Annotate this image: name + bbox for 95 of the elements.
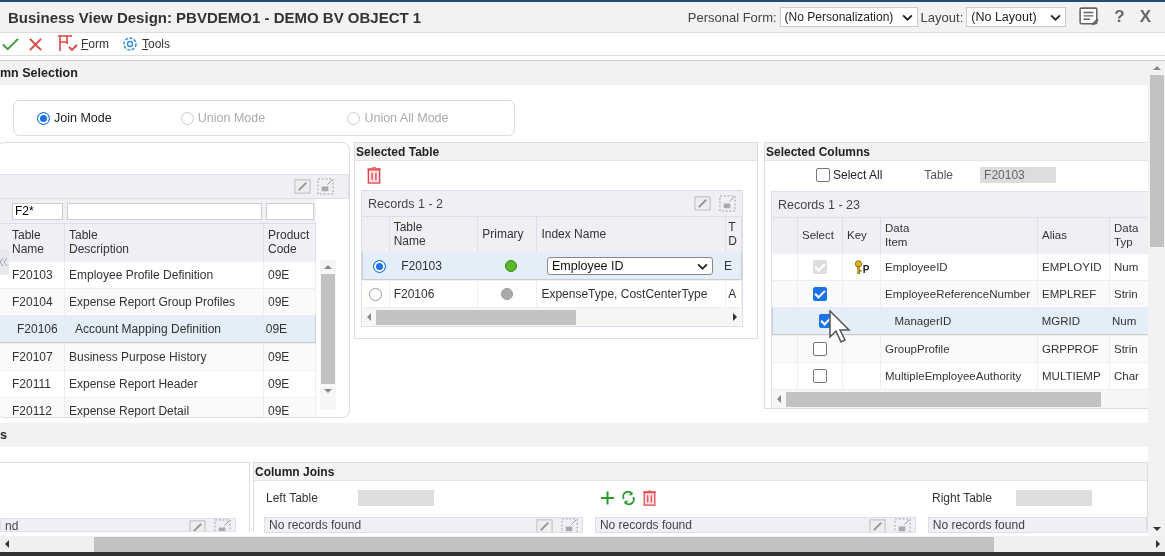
- select-checkbox[interactable]: [813, 369, 827, 383]
- scrollbar[interactable]: [362, 307, 742, 326]
- table-row[interactable]: F20103 Employee ID E: [362, 252, 742, 280]
- table-field: F20103: [980, 167, 1057, 183]
- section-title: mn Selection: [0, 66, 78, 80]
- panel-title: Selected Table: [356, 144, 440, 159]
- column-header: Table Description: [69, 228, 130, 257]
- key-icon: [853, 259, 863, 275]
- personal-form-dropdown[interactable]: (No Personalization): [779, 7, 918, 27]
- expand-icon[interactable]: [214, 519, 231, 531]
- empty-message: No records found: [269, 518, 362, 532]
- records-count: Records 1 - 23: [778, 197, 860, 212]
- table-row[interactable]: F20112 Expense Report Detail 09E: [0, 397, 316, 417]
- gear-icon: [121, 35, 139, 53]
- table-row[interactable]: F20106 ExpenseType, CostCenterType A: [362, 280, 742, 307]
- column-header: Data Typ: [1114, 222, 1139, 249]
- scrollbar[interactable]: [0, 536, 1165, 552]
- index-dropdown[interactable]: Employee ID: [547, 257, 713, 275]
- scrollbar[interactable]: [772, 389, 1148, 408]
- column-header: Index Name: [541, 227, 607, 242]
- table-row[interactable]: ManagerID MGRID Num: [772, 307, 1148, 335]
- add-icon[interactable]: [600, 490, 615, 506]
- collapse-icon[interactable]: [0, 249, 9, 275]
- form-check-icon: [56, 35, 78, 53]
- scrollbar[interactable]: [1148, 61, 1165, 536]
- expand-icon[interactable]: [719, 195, 736, 212]
- select-checkbox[interactable]: [813, 287, 827, 301]
- column-header: Product Code: [268, 228, 310, 257]
- arrow-left-icon[interactable]: [3, 540, 11, 548]
- panel-title: Selected Columns: [766, 144, 871, 159]
- panel-title: Column Joins: [255, 464, 335, 479]
- column-header: Primary: [482, 227, 524, 242]
- empty-message: nd: [5, 519, 19, 531]
- form-menu[interactable]: Form: [56, 35, 109, 53]
- left-table-label: Left Table: [266, 491, 318, 505]
- section-title: s: [0, 428, 7, 442]
- column-header: Data Item: [885, 222, 910, 249]
- column-header: Key: [847, 228, 867, 243]
- column-header: T D: [728, 220, 737, 249]
- tools-menu[interactable]: Tools: [121, 35, 171, 53]
- close-icon[interactable]: [27, 36, 44, 52]
- arrow-right-icon[interactable]: [1154, 540, 1162, 548]
- arrow-down-icon[interactable]: [1152, 525, 1161, 533]
- row-radio[interactable]: [373, 259, 387, 273]
- column-header: Alias: [1042, 228, 1067, 243]
- layout-label: Layout:: [920, 9, 964, 25]
- table-row[interactable]: F20104 Expense Report Group Profiles 09E: [0, 288, 316, 315]
- table-row[interactable]: F20107 Business Purpose History 09E: [0, 343, 316, 370]
- arrow-right-icon[interactable]: [731, 313, 739, 321]
- close-button[interactable]: X: [1139, 7, 1151, 27]
- table-row[interactable]: MultipleEmployeeAuthority MULTIEMP Char: [772, 362, 1148, 389]
- expand-icon[interactable]: [560, 518, 578, 532]
- chevron-down-icon: [901, 13, 913, 21]
- grid-edit-icon[interactable]: [294, 178, 311, 195]
- layout-dropdown[interactable]: (No Layout): [966, 7, 1067, 27]
- select-all-checkbox[interactable]: Select All: [816, 168, 883, 182]
- column-header: Table Name: [12, 228, 44, 257]
- grid-edit-icon[interactable]: [535, 518, 553, 532]
- grid-edit-icon[interactable]: [189, 519, 206, 531]
- column-header: Select: [802, 228, 834, 243]
- refresh-icon[interactable]: [621, 490, 636, 506]
- table-row[interactable]: EmployeeReferenceNumber EMPLREF Strin: [772, 280, 1148, 307]
- column-header: Table Name: [393, 220, 426, 249]
- table-row[interactable]: GroupProfile GRPPROF Strin: [772, 335, 1148, 362]
- right-table-label: Right Table: [932, 491, 992, 505]
- chevron-down-icon: [697, 262, 708, 270]
- scrollbar[interactable]: [320, 260, 336, 410]
- filter-field[interactable]: [266, 202, 314, 220]
- empty-message: No records found: [599, 518, 692, 532]
- personal-form-label: Personal Form:: [687, 9, 777, 25]
- cursor-icon: [829, 310, 851, 344]
- records-count: Records 1 - 2: [368, 196, 444, 211]
- table-row[interactable]: F20106 Account Mapping Definition 09E: [0, 315, 316, 343]
- row-radio[interactable]: [368, 287, 382, 301]
- table-label: Table: [924, 168, 954, 182]
- arrow-up-icon[interactable]: [1152, 64, 1161, 72]
- list-edit-icon[interactable]: [1079, 7, 1100, 27]
- grid-edit-icon[interactable]: [694, 195, 711, 212]
- expand-icon[interactable]: [893, 518, 911, 532]
- trash-icon[interactable]: [367, 167, 381, 184]
- filter-field[interactable]: [67, 202, 262, 220]
- window-title: Business View Design: PBVDEMO1 - DEMO BV OBJECT 1: [8, 8, 422, 26]
- grid-edit-icon[interactable]: [868, 518, 886, 532]
- expand-icon[interactable]: [317, 178, 334, 195]
- arrow-up-icon[interactable]: [324, 263, 332, 271]
- trash-icon[interactable]: [642, 490, 657, 506]
- select-checkbox[interactable]: [813, 342, 827, 356]
- help-button[interactable]: ?: [1114, 7, 1125, 27]
- chevron-down-icon: [1050, 13, 1062, 21]
- filter-field[interactable]: F2*: [12, 202, 63, 220]
- primary-key-label: P: [862, 264, 870, 275]
- empty-message: No records found: [932, 518, 1025, 532]
- mode-radio[interactable]: Join Mode: [37, 111, 181, 125]
- checkmark-icon[interactable]: [2, 36, 19, 52]
- table-row[interactable]: F20111 Expense Report Header 09E: [0, 370, 316, 397]
